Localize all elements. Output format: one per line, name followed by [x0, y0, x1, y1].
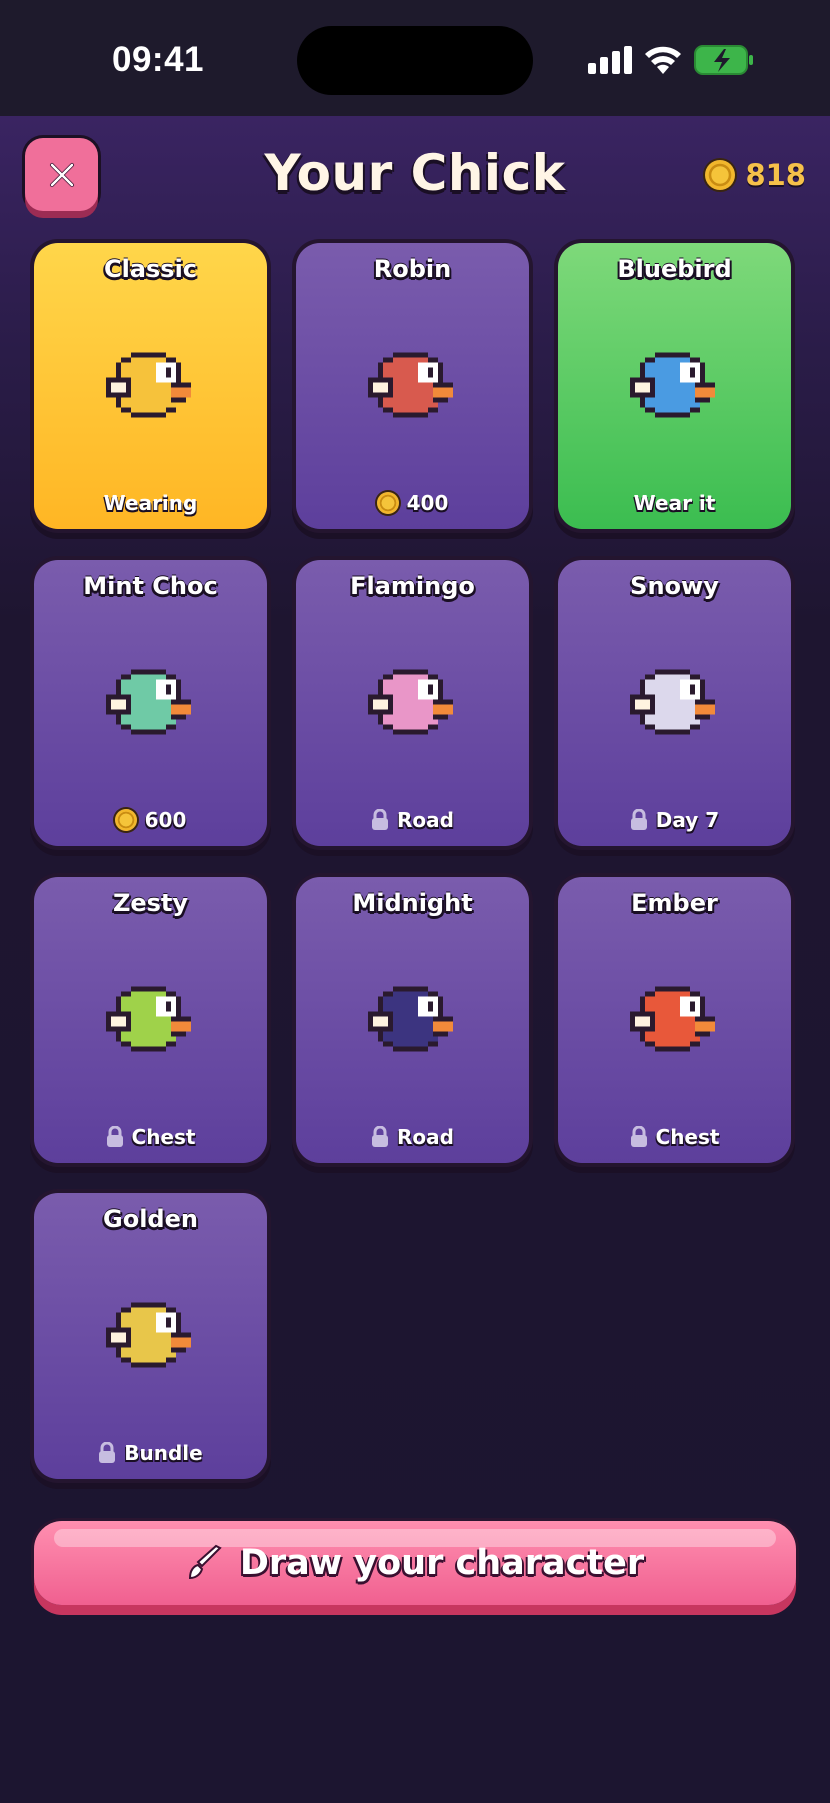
character-status-label: Chest: [655, 1125, 720, 1149]
character-card-ember[interactable]: Ember Chest: [558, 877, 791, 1163]
bird-sprite-icon: [106, 669, 191, 735]
bird-sprite-icon: [106, 1302, 191, 1368]
draw-character-button[interactable]: Draw your character: [34, 1521, 796, 1605]
lock-icon: [630, 809, 647, 830]
character-card-flamingo[interactable]: Flamingo Road: [296, 560, 529, 846]
dynamic-island: [297, 26, 533, 95]
character-status-label: Wear it: [633, 491, 716, 515]
bird-sprite-icon: [368, 669, 453, 735]
character-card-midnight[interactable]: Midnight Road: [296, 877, 529, 1163]
character-card-zesty[interactable]: Zesty Chest: [34, 877, 267, 1163]
character-status: Chest: [558, 1125, 791, 1149]
lock-icon: [372, 809, 389, 830]
character-name: Robin: [373, 255, 452, 283]
character-name: Bluebird: [617, 255, 732, 283]
character-status-label: Road: [397, 808, 454, 832]
character-status-label: 600: [144, 808, 187, 832]
character-card-bluebird[interactable]: Bluebird Wear it: [558, 243, 791, 529]
character-status: 400: [296, 491, 529, 515]
character-card-snowy[interactable]: Snowy Day 7: [558, 560, 791, 846]
character-name: Flamingo: [350, 572, 475, 600]
draw-character-label: Draw your character: [239, 1543, 645, 1583]
character-status-label: Day 7: [655, 808, 720, 832]
character-card-robin[interactable]: Robin 400: [296, 243, 529, 529]
bird-sprite-icon: [106, 352, 191, 418]
character-name: Zesty: [112, 889, 189, 917]
coin-balance: 818: [705, 158, 806, 192]
wifi-icon: [645, 46, 681, 74]
lock-icon: [372, 1126, 389, 1147]
character-status: Bundle: [34, 1441, 267, 1465]
character-status: Road: [296, 808, 529, 832]
character-status-label: Bundle: [124, 1441, 203, 1465]
character-status: Day 7: [558, 808, 791, 832]
character-status-label: Road: [397, 1125, 454, 1149]
character-status-label: Chest: [131, 1125, 196, 1149]
character-name: Snowy: [630, 572, 719, 600]
coin-icon: [114, 809, 137, 831]
character-status-label: Wearing: [103, 491, 198, 515]
bird-sprite-icon: [106, 986, 191, 1052]
signal-icon: [588, 46, 632, 74]
bird-sprite-icon: [368, 352, 453, 418]
character-card-golden[interactable]: Golden Bundle: [34, 1193, 267, 1479]
coin-amount: 818: [745, 158, 806, 192]
coin-icon: [705, 160, 736, 190]
character-name: Ember: [631, 889, 718, 917]
battery-icon: [694, 45, 753, 75]
character-name: Midnight: [352, 889, 473, 917]
character-name: Classic: [103, 255, 198, 283]
character-status: 600: [34, 808, 267, 832]
bird-sprite-icon: [630, 986, 715, 1052]
character-name: Golden: [103, 1205, 198, 1233]
character-name: Mint Choc: [83, 572, 218, 600]
character-status: Wear it: [558, 491, 791, 515]
character-card-mint-choc[interactable]: Mint Choc 600: [34, 560, 267, 846]
character-status: Road: [296, 1125, 529, 1149]
lock-icon: [99, 1442, 116, 1463]
character-card-classic[interactable]: Classic Wearing: [34, 243, 267, 529]
lock-icon: [106, 1126, 123, 1147]
brush-icon: [188, 1544, 222, 1580]
character-status-label: 400: [406, 491, 449, 515]
bird-sprite-icon: [368, 986, 453, 1052]
status-bar: 09:41: [0, 0, 830, 116]
character-status: Chest: [34, 1125, 267, 1149]
bird-sprite-icon: [630, 669, 715, 735]
character-status: Wearing: [34, 491, 267, 515]
coin-icon: [376, 492, 399, 514]
status-time: 09:41: [112, 40, 205, 79]
lock-icon: [630, 1126, 647, 1147]
bird-sprite-icon: [630, 352, 715, 418]
